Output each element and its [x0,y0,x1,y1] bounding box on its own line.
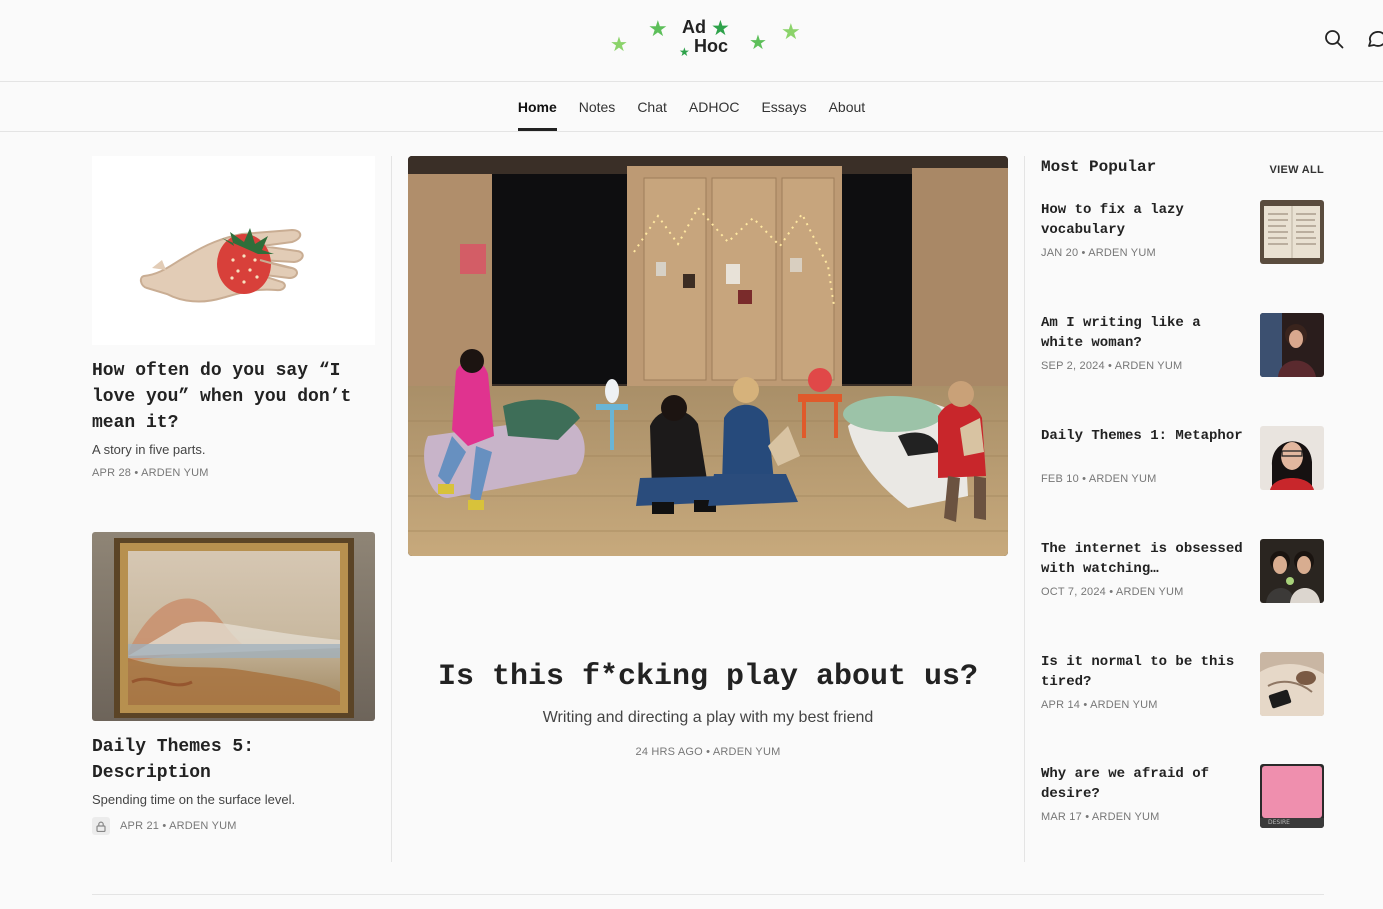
post-image-framed-painting[interactable] [92,532,375,721]
popular-item-title[interactable]: How to fix a lazy vocabulary [1041,200,1251,240]
lock-icon [92,817,110,835]
popular-item-meta: FEB 10 • ARDEN YUM [1041,473,1157,485]
post-subtitle: Spending time on the surface level. [92,792,296,807]
post-card[interactable]: How often do you say “I love you” when y… [92,156,375,479]
view-all-link[interactable]: VIEW ALL [1269,164,1324,176]
main-nav: Home Notes Chat ADHOC Essays About [0,83,1383,132]
featured-post-meta: 24 HRS AGO • ARDEN YUM [635,746,781,758]
most-popular-header: Most Popular VIEW ALL [1041,158,1324,180]
site-header: ★ ★ ★ ★ ★ ★ Ad Hoc [0,0,1383,82]
star-icon: ★ [781,20,801,45]
post-image-strawberry-hand[interactable] [92,156,375,345]
popular-item[interactable]: How to fix a lazy vocabulary JAN 20 • AR… [1041,200,1324,266]
star-icon: ★ [648,17,668,42]
post-card[interactable]: Daily Themes 5: Description Spending tim… [92,532,375,835]
search-icon[interactable] [1323,28,1345,50]
popular-item-title[interactable]: Daily Themes 1: Metaphor [1041,426,1251,446]
footer-divider [92,894,1324,895]
popular-item[interactable]: Am I writing like a white woman? SEP 2, … [1041,313,1324,379]
tab-about[interactable]: About [829,83,866,131]
logo-line-1: Ad [682,17,706,37]
popular-item-thumbnail[interactable] [1260,200,1324,264]
popular-item-title[interactable]: Is it normal to be this tired? [1041,652,1251,692]
tab-essays[interactable]: Essays [761,83,806,131]
popular-item[interactable]: The internet is obsessed with watching… … [1041,539,1324,605]
popular-item-meta: APR 14 • ARDEN YUM [1041,699,1158,711]
tab-home[interactable]: Home [517,83,557,131]
popular-item[interactable]: Daily Themes 1: Metaphor FEB 10 • ARDEN … [1041,426,1324,492]
featured-post-image[interactable] [408,156,1008,556]
popular-item-thumbnail[interactable] [1260,652,1324,716]
popular-item[interactable]: Why are we afraid of desire? MAR 17 • AR… [1041,764,1324,830]
popular-item[interactable]: Is it normal to be this tired? APR 14 • … [1041,652,1324,718]
post-title[interactable]: Daily Themes 5: Description [92,734,375,786]
popular-item-thumbnail[interactable] [1260,313,1324,377]
column-divider [1024,156,1025,862]
popular-item-title[interactable]: The internet is obsessed with watching… [1041,539,1251,579]
star-icon: ★ [610,32,628,56]
tab-notes[interactable]: Notes [579,83,616,131]
tab-chat[interactable]: Chat [637,83,667,131]
popular-item-meta: MAR 17 • ARDEN YUM [1041,811,1160,823]
chat-bubble-icon[interactable] [1366,28,1383,50]
logo-wordmark: Ad Hoc [682,18,728,56]
popular-item-meta: OCT 7, 2024 • ARDEN YUM [1041,586,1184,598]
tab-adhoc[interactable]: ADHOC [689,83,740,131]
post-meta: APR 21 • ARDEN YUM [120,820,237,832]
post-title[interactable]: How often do you say “I love you” when y… [92,358,375,436]
featured-post-title[interactable]: Is this f*cking play about us? [408,660,1008,694]
star-icon: ★ [749,30,767,54]
thumbnail-caption: DESIRE [1268,819,1290,826]
column-divider [391,156,392,862]
popular-item-thumbnail[interactable] [1260,426,1324,490]
post-meta: APR 28 • ARDEN YUM [92,467,209,479]
post-subtitle: A story in five parts. [92,442,206,457]
popular-item-thumbnail[interactable]: DESIRE [1260,764,1324,828]
popular-item-title[interactable]: Am I writing like a white woman? [1041,313,1251,353]
popular-item-meta: JAN 20 • ARDEN YUM [1041,247,1156,259]
logo-line-2: Hoc [694,36,729,56]
popular-item-thumbnail[interactable] [1260,539,1324,603]
most-popular-heading: Most Popular [1041,158,1157,176]
popular-item-title[interactable]: Why are we afraid of desire? [1041,764,1251,804]
popular-item-meta: SEP 2, 2024 • ARDEN YUM [1041,360,1183,372]
site-logo[interactable]: ★ ★ ★ ★ ★ ★ Ad Hoc [600,14,810,64]
featured-post-subtitle: Writing and directing a play with my bes… [542,709,874,726]
